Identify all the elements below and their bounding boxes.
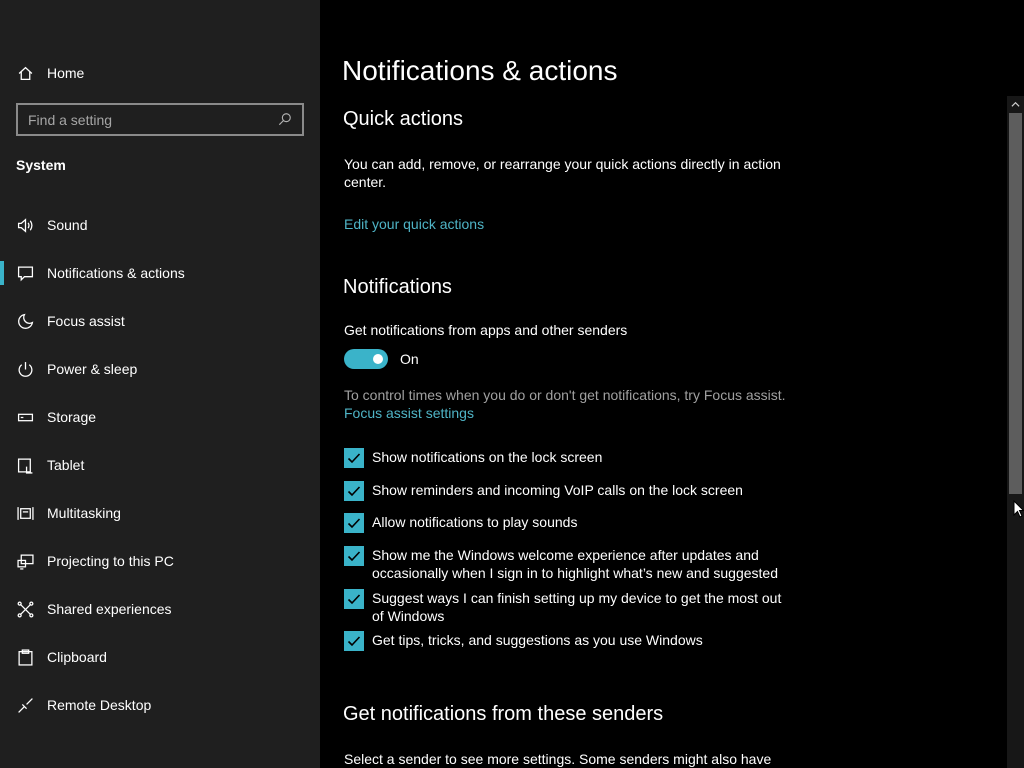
search-icon[interactable]: [278, 112, 294, 128]
sidebar-item-label: Shared experiences: [47, 601, 172, 617]
home-icon: [16, 64, 34, 82]
scrollbar[interactable]: [1007, 96, 1024, 768]
multitasking-icon: [16, 504, 34, 522]
checkbox-row[interactable]: Show reminders and incoming VoIP calls o…: [344, 481, 792, 501]
power-icon: [16, 360, 34, 378]
sidebar-item-notifications[interactable]: Notifications & actions: [0, 249, 320, 297]
checkbox[interactable]: [344, 546, 364, 566]
sidebar-item-label: Multitasking: [47, 505, 121, 521]
projecting-icon: [16, 552, 34, 570]
toggle-knob: [373, 354, 383, 364]
sidebar-item-power-sleep[interactable]: Power & sleep: [0, 345, 320, 393]
message-icon: [16, 264, 34, 282]
tablet-icon: [16, 456, 34, 474]
checkbox[interactable]: [344, 513, 364, 533]
checkbox[interactable]: [344, 448, 364, 468]
checkbox-label: Show notifications on the lock screen: [372, 449, 603, 465]
mouse-cursor-icon: [1013, 500, 1024, 518]
sidebar-item-sound[interactable]: Sound: [0, 201, 320, 249]
focus-assist-hint: To control times when you do or don't ge…: [344, 387, 786, 403]
shared-icon: [16, 600, 34, 618]
clipboard-icon: [16, 648, 34, 666]
sidebar-item-label: Clipboard: [47, 649, 107, 665]
senders-heading: Get notifications from these senders: [343, 703, 664, 725]
edit-quick-actions-link[interactable]: Edit your quick actions: [344, 216, 484, 232]
sidebar-item-label: Remote Desktop: [47, 697, 152, 713]
nav-home[interactable]: Home: [16, 62, 84, 84]
sidebar-item-label: Focus assist: [47, 313, 125, 329]
sidebar-item-clipboard[interactable]: Clipboard: [0, 633, 320, 681]
checkmark-icon: [347, 594, 361, 605]
checkbox-row[interactable]: Show me the Windows welcome experience a…: [344, 546, 792, 582]
checkbox[interactable]: [344, 631, 364, 651]
sidebar-item-label: Storage: [47, 409, 97, 425]
checkmark-icon: [347, 486, 361, 497]
sidebar-item-remote-desktop[interactable]: Remote Desktop: [0, 681, 320, 729]
sidebar: Home Find a setting System Sound Notific…: [0, 0, 320, 768]
moon-icon: [16, 312, 34, 330]
get-notifications-label: Get notifications from apps and other se…: [344, 322, 628, 338]
remote-desktop-icon: [16, 696, 34, 714]
checkbox-row[interactable]: Suggest ways I can finish setting up my …: [344, 589, 792, 625]
sidebar-item-label: Power & sleep: [47, 361, 138, 377]
page-title: Notifications & actions: [342, 55, 618, 86]
checkbox[interactable]: [344, 589, 364, 609]
checkbox-label: Suggest ways I can finish setting up my …: [372, 590, 782, 624]
sidebar-item-storage[interactable]: Storage: [0, 393, 320, 441]
home-label: Home: [47, 65, 85, 81]
sidebar-item-label: Tablet: [47, 457, 85, 473]
sidebar-item-projecting[interactable]: Projecting to this PC: [0, 537, 320, 585]
sidebar-item-multitasking[interactable]: Multitasking: [0, 489, 320, 537]
checkbox-label: Show reminders and incoming VoIP calls o…: [372, 482, 743, 498]
focus-assist-settings-link[interactable]: Focus assist settings: [344, 405, 474, 421]
scroll-thumb[interactable]: [1009, 113, 1022, 494]
quick-actions-description: You can add, remove, or rearrange your q…: [344, 156, 781, 190]
scroll-up-arrow-icon[interactable]: [1007, 96, 1024, 112]
quick-actions-heading: Quick actions: [343, 108, 464, 130]
search-input[interactable]: Find a setting: [16, 103, 304, 136]
section-title: System: [16, 157, 66, 173]
sidebar-item-label: Sound: [47, 217, 88, 233]
checkbox-label: Allow notifications to play sounds: [372, 514, 578, 530]
checkmark-icon: [347, 453, 361, 464]
sidebar-item-tablet[interactable]: Tablet: [0, 441, 320, 489]
sidebar-item-shared-experiences[interactable]: Shared experiences: [0, 585, 320, 633]
sidebar-item-focus-assist[interactable]: Focus assist: [0, 297, 320, 345]
checkmark-icon: [347, 518, 361, 529]
sidebar-item-label: Notifications & actions: [47, 265, 185, 281]
senders-description: Select a sender to see more settings. So…: [344, 751, 772, 767]
sidebar-nav: Sound Notifications & actions Focus assi…: [0, 201, 320, 729]
speaker-icon: [16, 216, 34, 234]
checkbox-row[interactable]: Allow notifications to play sounds: [344, 513, 792, 533]
checkmark-icon: [347, 636, 361, 647]
sidebar-item-label: Projecting to this PC: [47, 553, 174, 569]
checkbox-row[interactable]: Get tips, tricks, and suggestions as you…: [344, 631, 792, 651]
checkbox-label: Show me the Windows welcome experience a…: [372, 547, 778, 581]
storage-icon: [16, 408, 34, 426]
main-content: Notifications & actions Quick actions Yo…: [320, 0, 1006, 768]
checkmark-icon: [347, 551, 361, 562]
checkbox-row[interactable]: Show notifications on the lock screen: [344, 448, 792, 468]
notifications-heading: Notifications: [343, 276, 452, 298]
notifications-toggle[interactable]: [344, 349, 388, 369]
search-placeholder: Find a setting: [28, 111, 113, 128]
checkbox-label: Get tips, tricks, and suggestions as you…: [372, 632, 703, 648]
checkbox[interactable]: [344, 481, 364, 501]
toggle-state-label: On: [400, 351, 419, 367]
